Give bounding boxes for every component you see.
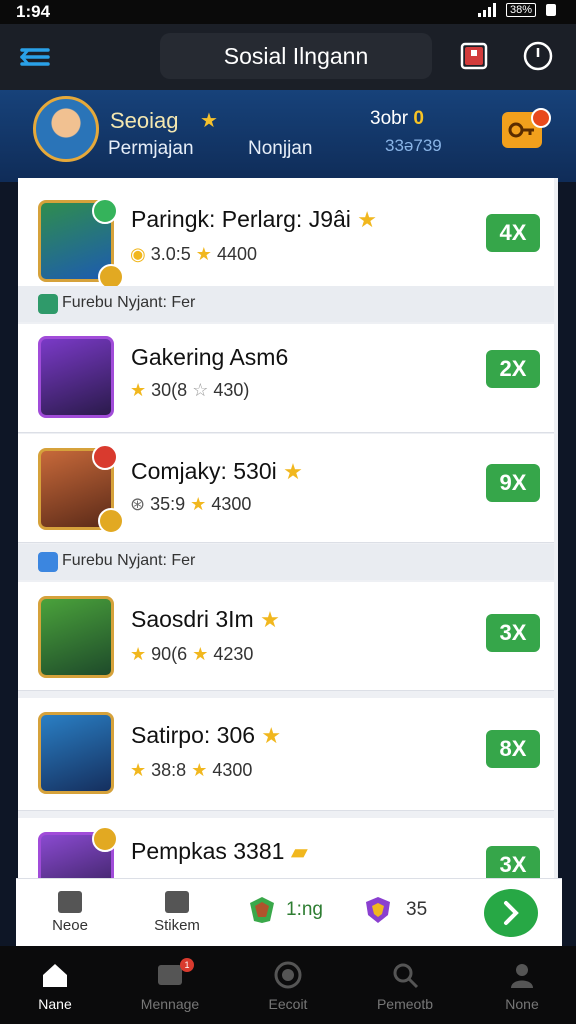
coins-display: 3obr 0 [370,108,424,130]
list-item[interactable]: Pempkas 3381 ▰ 3X [18,818,554,878]
item-meta: ★ 90(6 ★ 4230 [130,644,254,664]
profile-icon [511,964,533,988]
inbox-icon[interactable] [456,38,492,74]
multiplier-button[interactable]: 9X [486,464,540,502]
shield-icon [366,897,390,923]
multiplier-button[interactable]: 3X [486,614,540,652]
nav-home[interactable]: Nane [5,960,105,1012]
avatar[interactable] [33,96,99,162]
item-meta: ◉ 3.0:5 ★ 4400 [130,244,257,264]
item-title: Saosdri 3Im ★ [131,606,280,632]
coin-icon [98,508,124,534]
item-meta: ⊛ 35:9 ★ 4300 [130,494,252,514]
multiplier-button[interactable]: 4X [486,214,540,252]
item-title: Pempkas 3381 ▰ [131,838,308,864]
multiplier-button[interactable]: 2X [486,350,540,388]
notification-badge [531,108,551,128]
profile-left-label: Permjajan [108,138,194,159]
nav-search[interactable]: Pemeotb [355,960,455,1012]
battery-icon: 38% [505,3,536,17]
nav-account[interactable]: Eecoit [238,960,338,1012]
profile-band: Seoiag ★ Permjajan Nonjjan 3obr 0 33ə739 [0,90,576,182]
badge-icon [92,444,118,470]
shield-value: 35 [406,899,428,920]
section-label: Furebu Nyjant: Fer [62,552,196,569]
nav-profile[interactable]: None [472,960,572,1012]
page-title: Sosial Ilngann [223,43,369,69]
sub-value: 33ə739 [385,136,442,155]
game-thumbnail [38,336,114,418]
search-icon [393,963,419,989]
badge-icon [92,198,118,224]
stickers-shortcut[interactable]: Stikem [142,891,212,934]
status-time: 1:94 [16,2,51,21]
game-thumbnail [38,596,114,678]
coins-value: 0 [413,108,424,129]
account-icon [274,961,302,989]
timer-icon[interactable] [520,38,556,74]
go-button[interactable] [484,889,538,937]
coins-prefix: 3obr [370,108,409,129]
item-title: Gakering Asm6 [131,344,289,370]
section-icon [38,552,58,572]
item-title: Comjaky: 530i ★ [131,458,303,484]
section-label: Furebu Nyjant: Fer [62,294,196,311]
multiplier-button[interactable]: 8X [486,730,540,768]
profile-name: Seoiag [110,108,179,133]
bottom-nav: Nane Mennage 1 Eecoit Pemeotb None [0,946,576,1024]
list-item[interactable]: Comjaky: 530i ★ ⊛ 35:9 ★ 4300 9X [18,434,554,543]
lock-icon [546,4,556,16]
multiplier-button[interactable]: 3X [486,846,540,878]
game-thumbnail [38,712,114,794]
section-header: Furebu Nyjant: Fer [18,286,554,322]
item-meta: ★ 38:8 ★ 4300 [130,760,253,780]
nav-message[interactable]: Mennage 1 [120,958,220,1012]
menu-icon[interactable] [18,42,52,72]
item-meta: ★ 30(8 ☆ 430) [130,380,250,400]
list-item[interactable]: Satirpo: 306 ★ ★ 38:8 ★ 4300 8X [18,698,554,811]
list-item[interactable]: Saosdri 3Im ★ ★ 90(6 ★ 4230 3X [18,582,554,691]
gem-value: 1:ng [286,899,323,920]
message-badge: 1 [180,958,194,972]
list-item[interactable]: Paringk: Perlarg: J9âi ★ ◉ 3.0:5 ★ 4400 … [18,178,554,290]
list-item[interactable]: Gakering Asm6 ★ 30(8 ☆ 430) 2X [18,324,554,433]
item-title: Paringk: Perlarg: J9âi ★ [131,206,378,232]
badge-icon [92,826,118,852]
home-icon [43,964,67,987]
profile-mid-label: Nonjjan [248,138,313,159]
signal-icon [477,3,496,17]
game-list: Paringk: Perlarg: J9âi ★ ◉ 3.0:5 ★ 4400 … [18,178,558,878]
item-title: Satirpo: 306 ★ [131,722,282,748]
gem-icon [250,897,274,923]
chevron-right-icon [504,901,519,925]
section-icon [38,294,58,314]
status-bar: 1:94 38% [0,0,576,24]
sticker-icon [165,891,189,913]
section-header: Furebu Nyjant: Fer [18,544,554,580]
app-bar: Sosial Ilngann [0,24,576,90]
title-box: Sosial Ilngann [160,33,432,79]
home-icon [58,891,82,913]
star-icon: ★ [200,110,218,132]
quick-bar: Neoe Stikem 1:ng 35 [16,878,562,947]
home-shortcut[interactable]: Neoe [46,891,94,934]
